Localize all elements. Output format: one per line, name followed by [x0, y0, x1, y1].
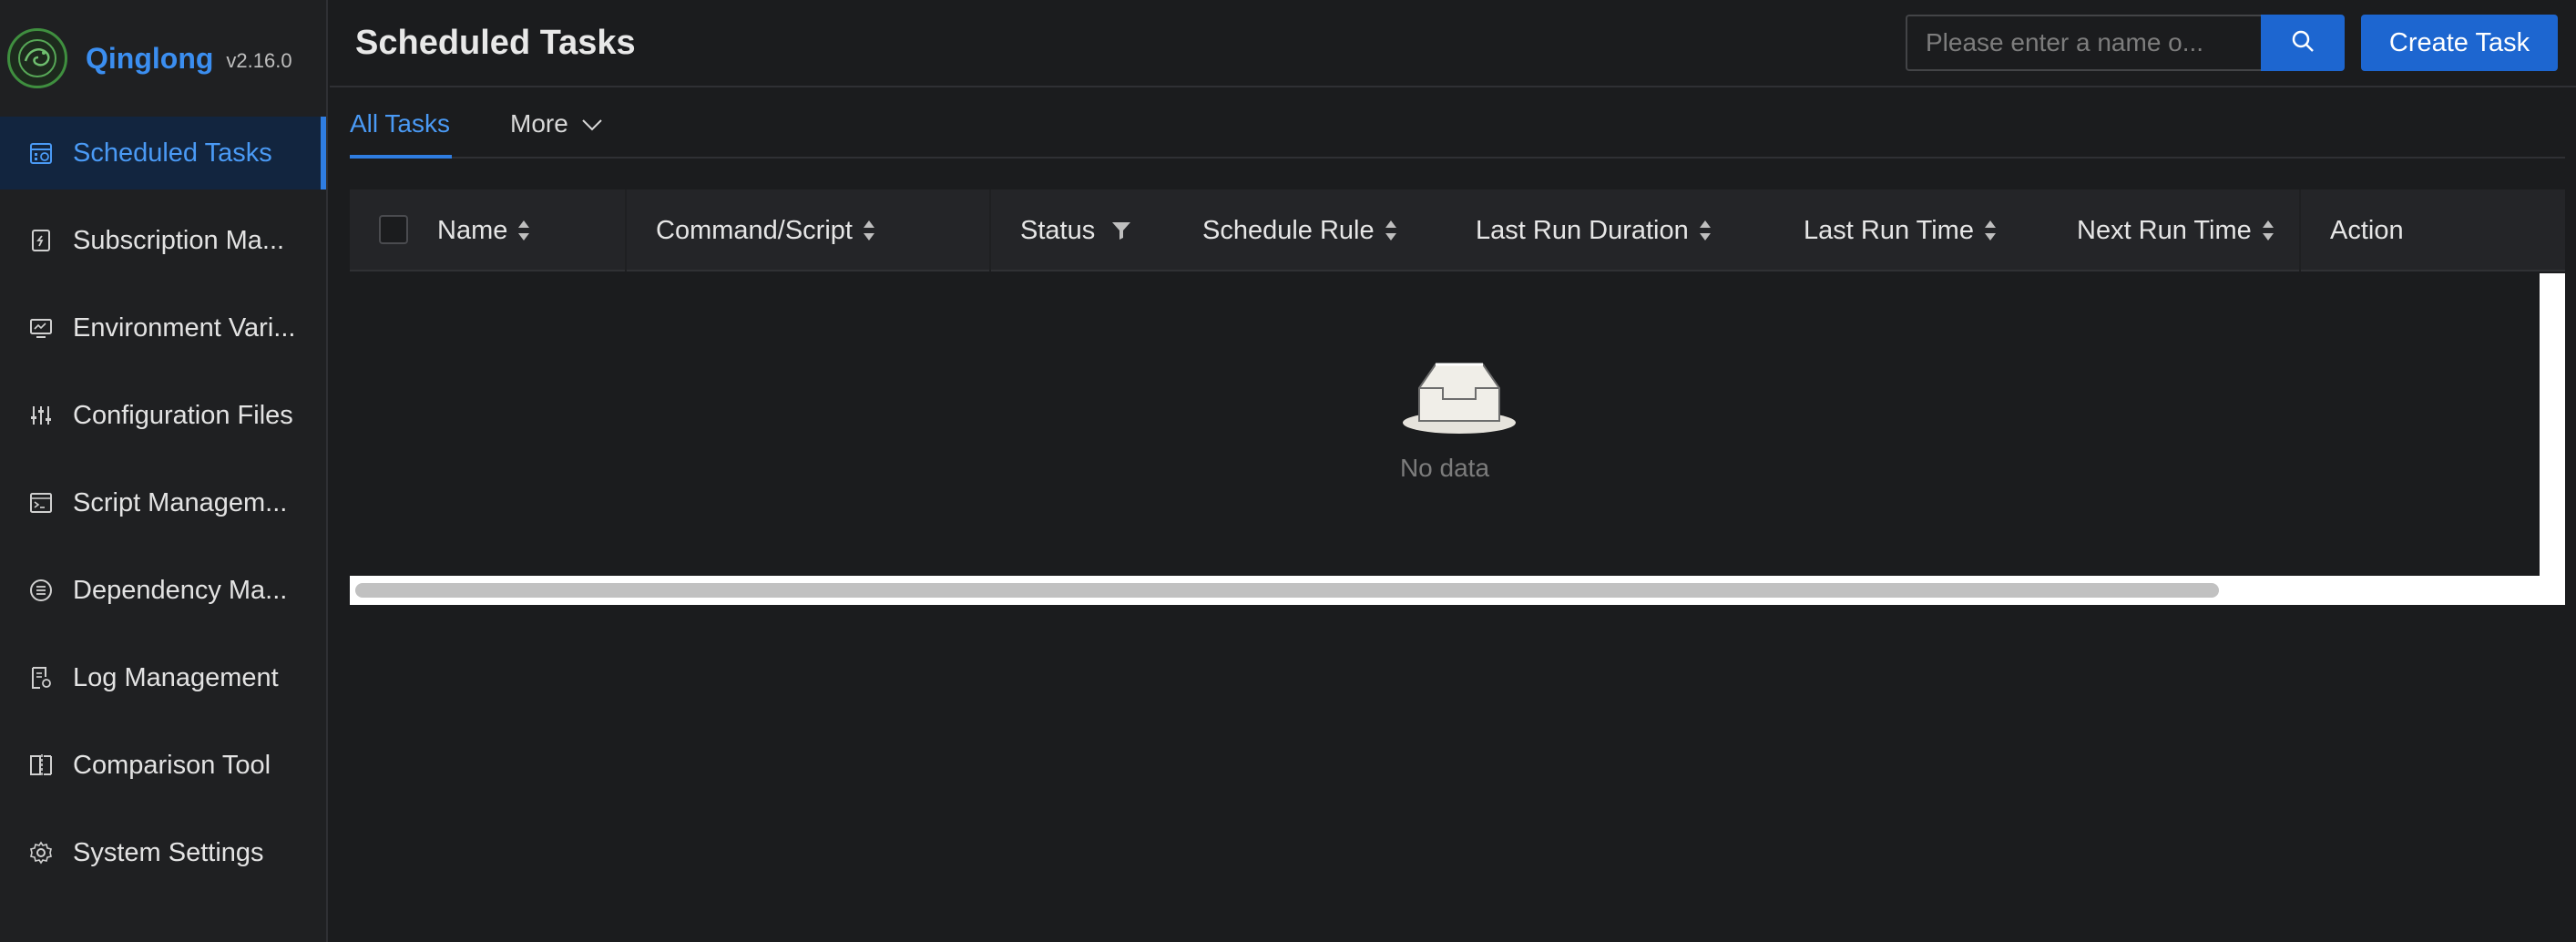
column-label: Status — [1020, 215, 1096, 245]
sidebar: Qinglong v2.16.0 Scheduled Tasks Subscri… — [0, 0, 328, 942]
empty-inbox-icon — [1399, 359, 1519, 445]
sort-icon[interactable] — [516, 218, 531, 243]
sidebar-item-subscription[interactable]: Subscription Ma... — [0, 204, 326, 277]
sidebar-item-label: Subscription Ma... — [73, 225, 285, 255]
task-tabs: All Tasks More — [350, 89, 2565, 159]
search-input[interactable] — [1907, 16, 2263, 69]
brand: Qinglong v2.16.0 — [0, 0, 326, 117]
column-label: Last Run Time — [1804, 215, 1974, 245]
sidebar-item-label: Configuration Files — [73, 400, 293, 430]
column-header-next-run-time[interactable]: Next Run Time — [2077, 189, 2275, 271]
tab-all-tasks[interactable]: All Tasks — [350, 109, 450, 138]
monitor-icon — [27, 314, 55, 342]
search-icon — [2290, 28, 2315, 58]
page-title: Scheduled Tasks — [355, 24, 636, 62]
column-label: Action — [2330, 215, 2404, 245]
diff-icon — [27, 752, 55, 779]
sidebar-item-label: System Settings — [73, 837, 264, 867]
column-label: Name — [437, 215, 508, 245]
sidebar-item-configuration-files[interactable]: Configuration Files — [0, 379, 326, 452]
sort-icon[interactable] — [1698, 218, 1712, 243]
column-label: Command/Script — [656, 215, 853, 245]
sidebar-item-system-settings[interactable]: System Settings — [0, 816, 326, 889]
table-header: Name Command/Script Status Schedule Rule… — [350, 189, 2565, 271]
tab-label: All Tasks — [350, 109, 450, 138]
sidebar-item-label: Dependency Ma... — [73, 575, 288, 605]
sidebar-item-environment-variables[interactable]: Environment Vari... — [0, 292, 326, 364]
sort-icon[interactable] — [1384, 218, 1398, 243]
sidebar-item-dependency-management[interactable]: Dependency Ma... — [0, 554, 326, 627]
qinglong-logo-icon[interactable] — [7, 28, 67, 88]
column-header-name[interactable]: Name — [437, 189, 531, 271]
sliders-icon — [27, 402, 55, 429]
sidebar-item-log-management[interactable]: Log Management — [0, 641, 326, 714]
horizontal-scrollbar[interactable] — [350, 576, 2565, 605]
table-edge — [2540, 273, 2565, 576]
create-task-button[interactable]: Create Task — [2361, 15, 2558, 71]
column-header-command[interactable]: Command/Script — [656, 189, 876, 271]
sort-icon[interactable] — [1983, 218, 1998, 243]
page-header: Scheduled Tasks Create Task — [330, 0, 2576, 87]
calendar-clock-icon — [27, 139, 55, 167]
column-label: Schedule Rule — [1202, 215, 1375, 245]
column-header-last-run-time[interactable]: Last Run Time — [1804, 189, 1998, 271]
sidebar-item-label: Environment Vari... — [73, 312, 296, 343]
column-divider — [625, 189, 627, 271]
app-version: v2.16.0 — [226, 49, 292, 72]
table-body: No data — [350, 273, 2540, 576]
list-circle-icon — [27, 577, 55, 604]
tab-more[interactable]: More — [510, 109, 603, 138]
filter-icon[interactable] — [1111, 220, 1131, 241]
column-label: Next Run Time — [2077, 215, 2252, 245]
column-divider — [989, 189, 991, 271]
select-all-checkbox[interactable] — [379, 215, 408, 244]
sidebar-menu: Scheduled Tasks Subscription Ma... Envir… — [0, 117, 326, 889]
sort-icon[interactable] — [862, 218, 876, 243]
active-tab-indicator — [350, 155, 452, 159]
column-header-status[interactable]: Status — [1020, 189, 1131, 271]
empty-state-text: No data — [1399, 454, 1490, 482]
column-header-action: Action — [2330, 189, 2404, 271]
search-button[interactable] — [2261, 15, 2345, 71]
sidebar-item-label: Comparison Tool — [73, 750, 271, 780]
tab-label: More — [510, 109, 568, 138]
sidebar-item-label: Scheduled Tasks — [73, 138, 272, 168]
column-divider — [2299, 189, 2301, 271]
search-box — [1906, 15, 2263, 71]
log-file-icon — [27, 664, 55, 691]
app-name[interactable]: Qinglong — [86, 42, 213, 76]
sidebar-item-script-management[interactable]: Script Managem... — [0, 466, 326, 539]
chevron-down-icon — [581, 109, 603, 138]
sort-icon[interactable] — [2261, 218, 2275, 243]
terminal-window-icon — [27, 489, 55, 517]
sidebar-item-label: Script Managem... — [73, 487, 288, 517]
column-label: Last Run Duration — [1476, 215, 1689, 245]
sidebar-item-scheduled-tasks[interactable]: Scheduled Tasks — [0, 117, 326, 189]
column-header-last-run-duration[interactable]: Last Run Duration — [1476, 189, 1712, 271]
sidebar-item-comparison-tool[interactable]: Comparison Tool — [0, 729, 326, 802]
gear-icon — [27, 839, 55, 866]
column-header-schedule-rule[interactable]: Schedule Rule — [1202, 189, 1398, 271]
sidebar-item-label: Log Management — [73, 662, 279, 692]
scrollbar-thumb[interactable] — [355, 583, 2219, 598]
tasks-table: Name Command/Script Status Schedule Rule… — [350, 189, 2565, 605]
subscription-icon — [27, 227, 55, 254]
